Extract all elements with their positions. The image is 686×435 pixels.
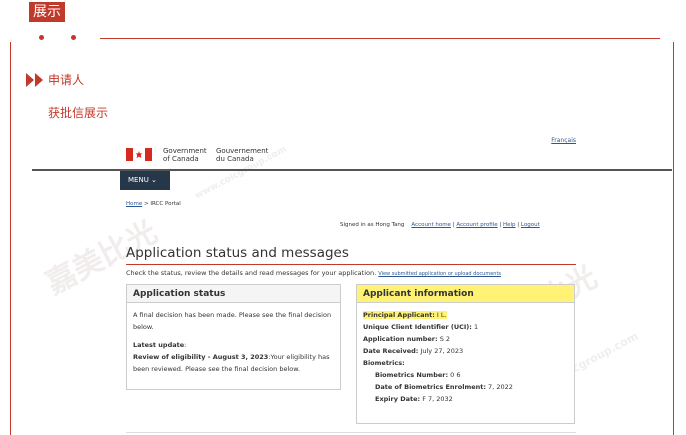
latest-update-colon: : [184, 341, 187, 349]
view-application-link[interactable]: View submitted application or upload doc… [378, 271, 501, 277]
principal-label: Principal Applicant: [363, 311, 435, 319]
section-title: 申请人 [48, 73, 85, 87]
section-tag: 展示 [29, 2, 65, 22]
page-title: Application status and messages [126, 245, 349, 261]
biometrics-label: Biometrics: [363, 359, 405, 367]
separator: | [517, 222, 520, 228]
decorative-dot [71, 35, 76, 40]
breadcrumb-home[interactable]: Home [126, 201, 142, 207]
gov-fr-line1: Gouvernement [216, 147, 269, 155]
language-link[interactable]: Français [551, 137, 576, 144]
help-link[interactable]: Help [503, 222, 516, 228]
applicant-information-panel: Applicant information Principal Applican… [356, 284, 575, 424]
bio-enrolment-label: Date of Biometrics Enrolment: [375, 383, 486, 391]
application-status-panel: Application status A final decision has … [126, 284, 341, 390]
section-subtitle: 获批信展示 [48, 106, 109, 120]
date-received-label: Date Received: [363, 347, 419, 355]
breadcrumb-current: IRCC Portal [150, 201, 181, 207]
date-received-value: July 27, 2023 [420, 347, 464, 355]
portal-screenshot: 嘉美比光 嘉美比光 www.coicgroup.com www.coicgrou… [20, 128, 672, 435]
account-bar: Signed in as Hong Tang Account home | Ac… [340, 222, 540, 228]
logout-link[interactable]: Logout [521, 222, 540, 228]
page-intro: Check the status, review the details and… [126, 269, 501, 277]
double-arrow-icon [26, 72, 44, 91]
gov-fr-line2: du Canada [216, 155, 254, 163]
principal-value: I L. [436, 311, 447, 319]
expiry-label: Expiry Date: [375, 395, 421, 403]
review-label: Review of eligibility - August 3, 2023 [133, 353, 269, 361]
panel-heading: Applicant information [357, 285, 574, 303]
gov-en-line1: Government [163, 147, 207, 155]
bio-number-label: Biometrics Number: [375, 371, 449, 379]
menu-button[interactable]: MENU ⌄ [120, 171, 170, 190]
header-rule [100, 38, 660, 39]
uci-label: Unique Client Identifier (UCI): [363, 323, 472, 331]
decorative-dot [39, 35, 44, 40]
article-frame-left [10, 42, 11, 435]
decision-text: A final decision has been made. Please s… [133, 311, 332, 331]
gov-en-line2: of Canada [163, 155, 199, 163]
separator: | [499, 222, 502, 228]
canada-flag-icon [126, 148, 152, 161]
expiry-value: F 7, 2032 [422, 395, 453, 403]
uci-value: 1 [473, 323, 479, 331]
breadcrumb: Home > IRCC Portal [126, 201, 181, 207]
breadcrumb-separator: > [144, 201, 149, 207]
account-home-link[interactable]: Account home [411, 222, 451, 228]
separator: | [452, 222, 455, 228]
latest-update-label: Latest update [133, 341, 185, 349]
content-bottom-divider [126, 432, 576, 433]
article-frame-right [673, 42, 674, 435]
title-underline [126, 264, 576, 265]
intro-text: Check the status, review the details and… [126, 269, 377, 277]
gov-name-fr: Gouvernement du Canada [216, 147, 268, 163]
panel-heading: Application status [127, 285, 340, 303]
app-number-label: Application number: [363, 335, 438, 343]
bio-enrolment-value: 7, 2022 [488, 383, 513, 391]
account-profile-link[interactable]: Account profile [456, 222, 497, 228]
app-number-value: S 2 [439, 335, 451, 343]
bio-number-value: 0 6 [450, 371, 461, 379]
gov-name-en: Government of Canada [163, 147, 207, 163]
signed-in-text: Signed in as Hong Tang [340, 222, 405, 228]
